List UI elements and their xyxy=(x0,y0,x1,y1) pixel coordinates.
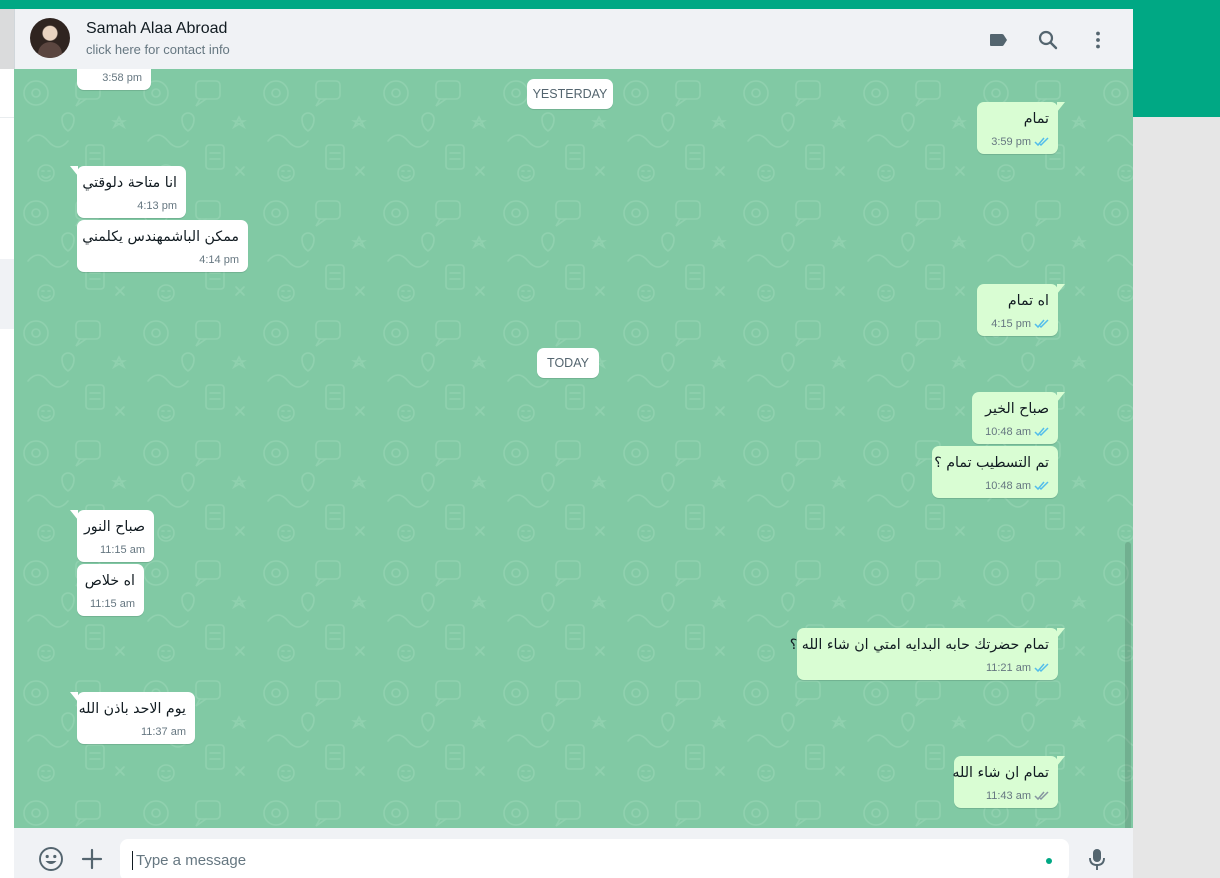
message-incoming[interactable]: انا متاحة دلوقتي 4:13 pm xyxy=(70,166,186,218)
composer-bar: Type a message xyxy=(14,828,1133,878)
message-list[interactable]: 3:58 pm YESTERDAY تمام 3:59 pm انا متاحة… xyxy=(14,69,1133,828)
text-caret xyxy=(132,851,133,870)
message-text: صباح النور xyxy=(83,519,145,535)
message-incoming[interactable]: صباح النور 11:15 am xyxy=(70,510,154,562)
message-list-scrollbar[interactable] xyxy=(1125,542,1131,828)
chat-list-selected-row[interactable] xyxy=(0,259,14,329)
search-icon[interactable] xyxy=(1036,28,1060,52)
attach-plus-icon[interactable] xyxy=(79,846,105,872)
message-time: 11:37 am xyxy=(140,726,186,738)
message-outgoing[interactable]: تمام حضرتك حابه البدايه امتي ان شاء الله… xyxy=(790,628,1065,680)
message-outgoing[interactable]: اه تمام 4:15 pm xyxy=(977,284,1065,336)
message-outgoing[interactable]: صباح الخير 10:48 am xyxy=(972,392,1065,444)
message-text: انا متاحة دلوقتي xyxy=(82,175,177,191)
app-right-background xyxy=(1133,117,1220,878)
message-time: 3:59 pm xyxy=(991,136,1031,148)
read-receipt-icon xyxy=(1034,319,1049,329)
message-text: تمام حضرتك حابه البدايه امتي ان شاء الله… xyxy=(789,637,1049,653)
app-top-band xyxy=(0,0,1220,9)
microphone-icon[interactable] xyxy=(1084,846,1110,872)
message-time: 10:48 am xyxy=(985,426,1031,438)
read-receipt-icon xyxy=(1034,481,1049,491)
message-time: 4:13 pm xyxy=(137,200,177,212)
message-time: 11:21 am xyxy=(985,662,1031,674)
conversation-panel: Samah Alaa Abroad click here for contact… xyxy=(14,9,1133,878)
app-right-band xyxy=(1133,9,1220,117)
message-text: تمام xyxy=(1023,111,1049,127)
message-time: 4:14 pm xyxy=(199,254,239,266)
chat-list-edge xyxy=(0,69,14,878)
message-time: 4:15 pm xyxy=(991,318,1031,330)
date-divider-today: TODAY xyxy=(537,348,599,378)
message-outgoing[interactable]: تمام ان شاء الله 11:43 am xyxy=(952,756,1065,808)
message-text: تمام ان شاء الله xyxy=(952,765,1049,781)
message-text: اه تمام xyxy=(1007,293,1049,309)
menu-icon[interactable] xyxy=(1086,28,1110,52)
message-incoming[interactable]: ممكن الباشمهندس يكلمني 4:14 pm xyxy=(77,220,248,272)
contact-info-hint[interactable]: click here for contact info xyxy=(86,42,230,57)
input-status-dot xyxy=(1046,858,1052,864)
conversation-header[interactable]: Samah Alaa Abroad click here for contact… xyxy=(14,9,1133,69)
message-time: 3:58 pm xyxy=(102,72,142,84)
emoji-icon[interactable] xyxy=(38,846,64,872)
message-input-placeholder: Type a message xyxy=(136,852,247,869)
date-divider-yesterday: YESTERDAY xyxy=(527,79,613,109)
contact-avatar[interactable] xyxy=(30,18,70,58)
chat-list-divider xyxy=(0,117,14,118)
delivered-receipt-icon xyxy=(1034,791,1049,801)
message-time: 11:43 am xyxy=(985,790,1031,802)
message-incoming[interactable]: 3:58 pm xyxy=(77,69,151,90)
message-time: 10:48 am xyxy=(985,480,1031,492)
message-incoming[interactable]: يوم الاحد باذن الله 11:37 am xyxy=(70,692,195,744)
message-text: صباح الخير xyxy=(985,401,1049,417)
message-text: يوم الاحد باذن الله xyxy=(78,701,186,717)
message-text: ممكن الباشمهندس يكلمني xyxy=(82,229,239,245)
message-input[interactable]: Type a message xyxy=(120,839,1069,878)
contact-name[interactable]: Samah Alaa Abroad xyxy=(86,20,227,38)
message-outgoing[interactable]: تم التسطيب تمام ؟ 10:48 am xyxy=(932,446,1058,498)
message-time: 11:15 am xyxy=(89,598,135,610)
label-icon[interactable] xyxy=(986,28,1010,52)
read-receipt-icon xyxy=(1034,427,1049,437)
message-time: 11:15 am xyxy=(99,544,145,556)
message-text: اه خلاص xyxy=(84,573,135,589)
message-text: تم التسطيب تمام ؟ xyxy=(934,455,1049,471)
read-receipt-icon xyxy=(1034,137,1049,147)
read-receipt-icon xyxy=(1034,663,1049,673)
message-outgoing[interactable]: تمام 3:59 pm xyxy=(977,102,1065,154)
message-incoming[interactable]: اه خلاص 11:15 am xyxy=(77,564,144,616)
